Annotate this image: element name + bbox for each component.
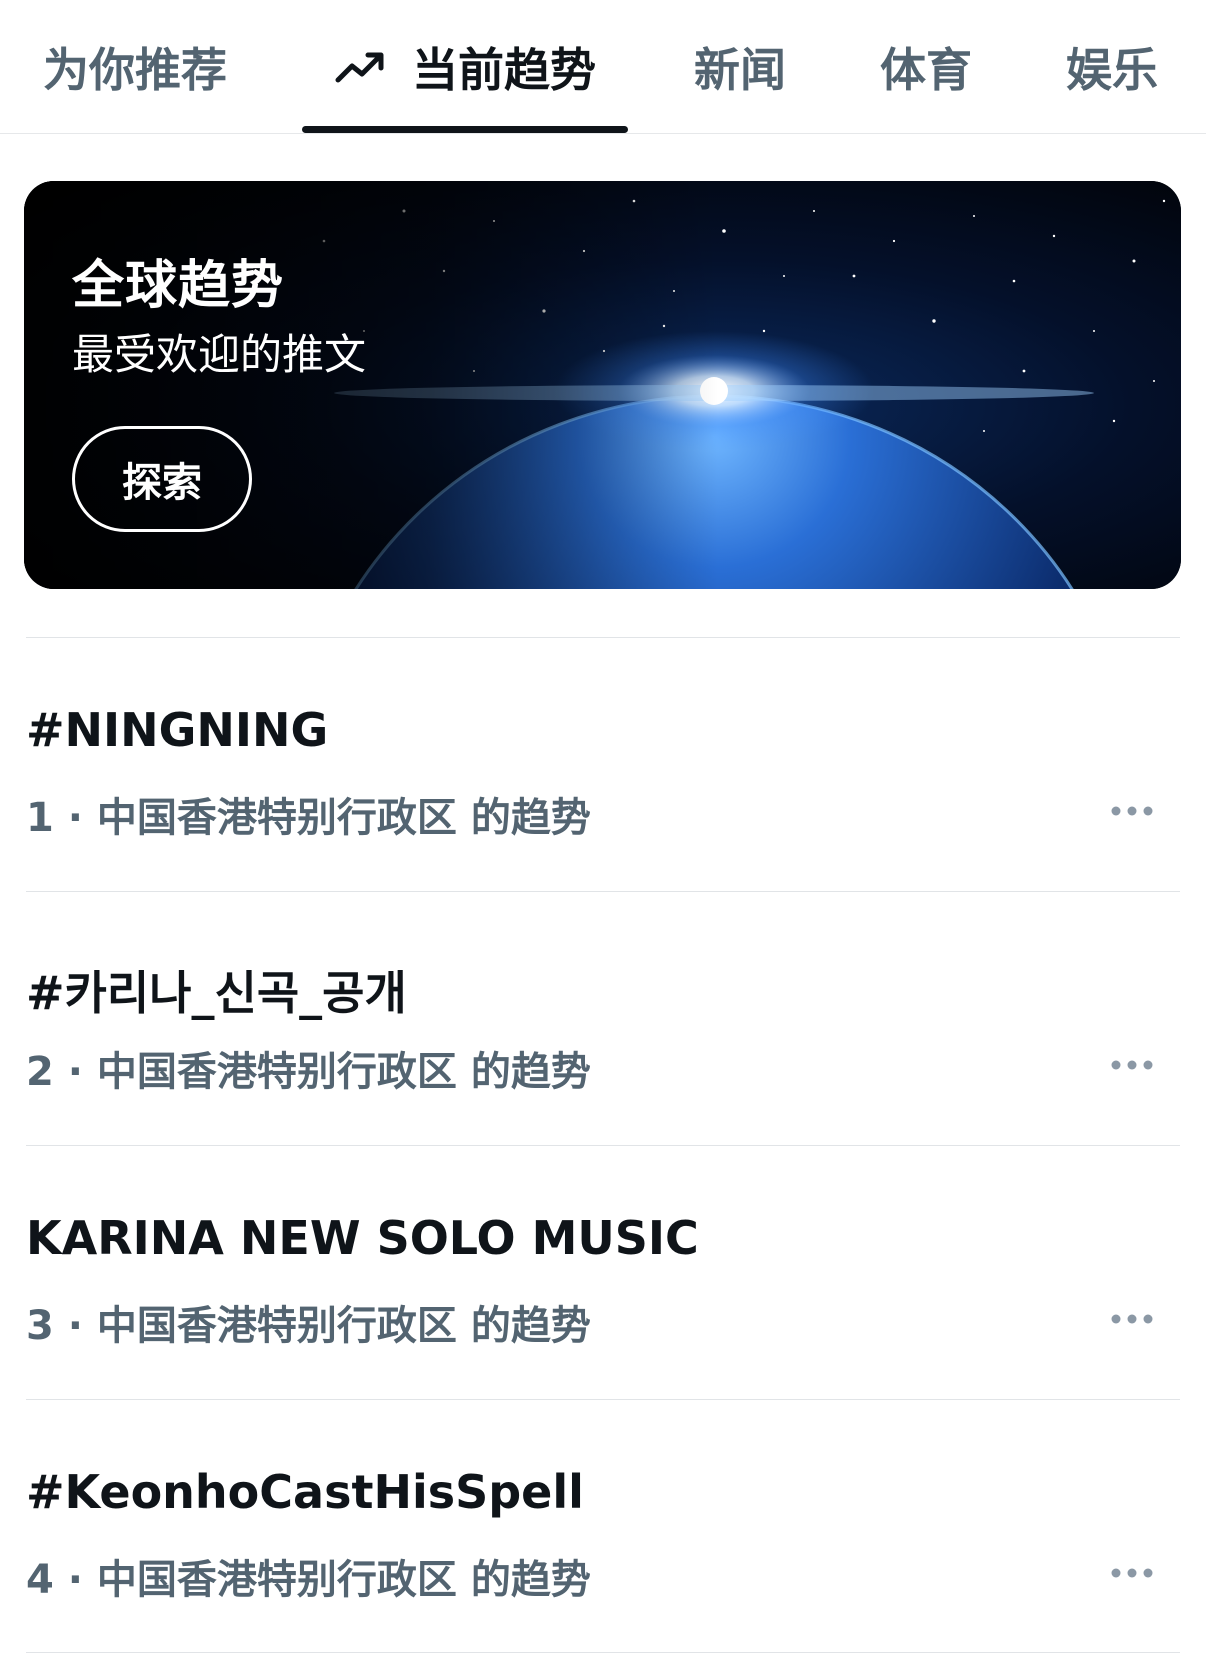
- trend-location: 中国香港特别行政区 的趋势: [96, 1049, 591, 1095]
- trend-title: KARINA NEW SOLO MUSIC: [26, 1211, 699, 1265]
- trend-meta: 3 · 中国香港特别行政区 的趋势: [26, 1293, 591, 1351]
- more-options-button[interactable]: [1100, 1045, 1164, 1085]
- trend-rank: 2: [26, 1049, 54, 1095]
- explore-button[interactable]: 探索: [72, 426, 252, 532]
- tab-label: 体育: [880, 43, 972, 97]
- global-trends-banner[interactable]: 全球趋势 最受欢迎的推文 探索: [24, 181, 1181, 589]
- trend-title: #카리나_신곡_공개: [26, 966, 407, 1020]
- more-dots-icon: [1111, 806, 1153, 816]
- trend-meta: 2 · 中国香港特别行政区 的趋势: [26, 1039, 591, 1097]
- trend-rank: 3: [26, 1303, 54, 1349]
- more-dots-icon: [1111, 1568, 1153, 1578]
- tab-entertainment[interactable]: 娱乐: [1056, 0, 1168, 134]
- trend-item[interactable]: #카리나_신곡_공개 2 · 中国香港特别行政区 的趋势: [0, 891, 1206, 1145]
- trend-rank: 4: [26, 1557, 54, 1603]
- banner-subtitle: 最受欢迎的推文: [72, 330, 367, 379]
- divider: [26, 1652, 1180, 1653]
- trend-title: #NINGNING: [26, 703, 329, 757]
- tab-label: 新闻: [694, 43, 786, 97]
- tab-label: 为你推荐: [43, 43, 227, 97]
- trend-rank: 1: [26, 795, 54, 841]
- meta-separator: ·: [53, 1303, 97, 1349]
- more-dots-icon: [1111, 1060, 1153, 1070]
- tab-label: 娱乐: [1066, 43, 1158, 97]
- explore-tabs: 为你推荐 当前趋势 新闻 体育 娱乐: [0, 0, 1206, 134]
- trending-arrow-icon: [334, 50, 390, 84]
- trend-meta: 1 · 中国香港特别行政区 的趋势: [26, 785, 591, 843]
- tab-label: 当前趋势: [412, 43, 596, 97]
- tab-sports[interactable]: 体育: [870, 0, 982, 134]
- more-dots-icon: [1111, 1314, 1153, 1324]
- explore-trending-page: 为你推荐 当前趋势 新闻 体育 娱乐 全球趋势 最受欢迎的推文 探索 #NING…: [0, 0, 1206, 1654]
- tab-for-you[interactable]: 为你推荐: [30, 0, 240, 134]
- trend-location: 中国香港特别行政区 的趋势: [96, 1303, 591, 1349]
- tab-news[interactable]: 新闻: [684, 0, 796, 134]
- meta-separator: ·: [53, 1557, 97, 1603]
- trend-item[interactable]: #KeonhoCastHisSpell 4 · 中国香港特别行政区 的趋势: [0, 1399, 1206, 1653]
- trend-item[interactable]: KARINA NEW SOLO MUSIC 3 · 中国香港特别行政区 的趋势: [0, 1145, 1206, 1399]
- trend-location: 中国香港特别行政区 的趋势: [96, 795, 591, 841]
- meta-separator: ·: [53, 1049, 97, 1095]
- trend-meta: 4 · 中国香港特别行政区 的趋势: [26, 1547, 591, 1605]
- trend-item[interactable]: #NINGNING 1 · 中国香港特别行政区 的趋势: [0, 637, 1206, 891]
- tab-trending[interactable]: 当前趋势: [302, 0, 628, 134]
- active-tab-indicator: [302, 126, 628, 133]
- more-options-button[interactable]: [1100, 1553, 1164, 1593]
- more-options-button[interactable]: [1100, 791, 1164, 831]
- trend-title: #KeonhoCastHisSpell: [26, 1465, 584, 1519]
- trend-location: 中国香港特别行政区 的趋势: [96, 1557, 591, 1603]
- more-options-button[interactable]: [1100, 1299, 1164, 1339]
- banner-title: 全球趋势: [72, 256, 285, 316]
- meta-separator: ·: [53, 795, 97, 841]
